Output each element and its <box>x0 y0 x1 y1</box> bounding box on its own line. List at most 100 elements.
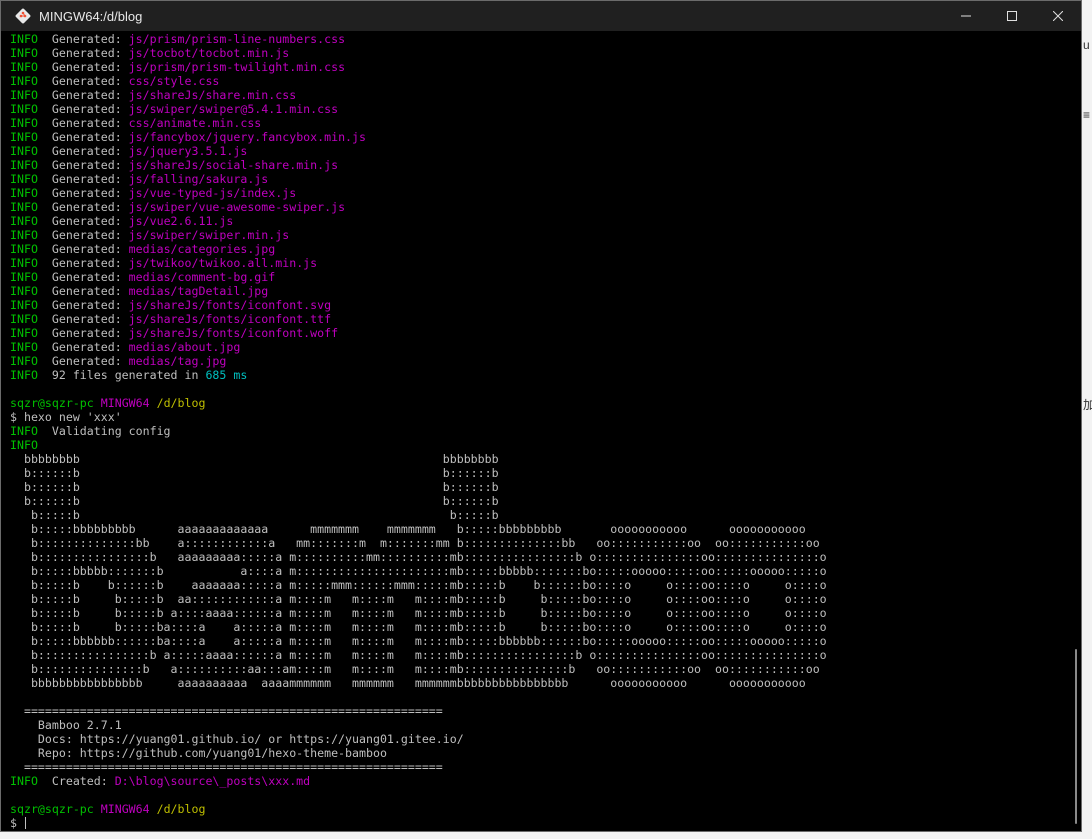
terminal-line: INFO Generated: medias/tagDetail.jpg <box>10 284 1069 298</box>
terminal-line: $ <box>10 816 1069 830</box>
log-level: INFO <box>10 368 38 382</box>
log-level: INFO <box>10 340 38 354</box>
log-level: INFO <box>10 354 38 368</box>
close-icon <box>1053 11 1063 21</box>
background-text-fragment: ≡ <box>1083 108 1091 122</box>
terminal-line: sqzr@sqzr-pc MINGW64 /d/blog <box>10 802 1069 816</box>
terminal-text: Validating config <box>37 424 171 438</box>
terminal-line: INFO Generated: js/prism/prism-twilight.… <box>10 60 1069 74</box>
terminal-text: Generated: <box>37 102 129 116</box>
terminal-text: medias/about.jpg <box>128 340 241 354</box>
terminal-line: INFO Generated: css/style.css <box>10 74 1069 88</box>
log-level: INFO <box>10 116 38 130</box>
terminal-line: INFO Generated: medias/comment-bg.gif <box>10 270 1069 284</box>
terminal-text: Generated: <box>37 214 129 228</box>
terminal-text: Generated: <box>37 60 129 74</box>
log-level: INFO <box>10 46 38 60</box>
terminal-text: Generated: <box>37 116 129 130</box>
terminal-text: b:::::b b:::::b aa::::::::::::a m::::m m… <box>10 592 827 606</box>
terminal-line: INFO Generated: js/fancybox/jquery.fancy… <box>10 130 1069 144</box>
terminal-text: /d/blog <box>156 396 206 410</box>
terminal-line: INFO Generated: js/shareJs/fonts/iconfon… <box>10 326 1069 340</box>
terminal-text: Generated: <box>37 256 129 270</box>
terminal-text: medias/tag.jpg <box>128 354 227 368</box>
log-level: INFO <box>10 186 38 200</box>
terminal-text: js/swiper/swiper@5.4.1.min.css <box>128 102 339 116</box>
terminal-text: bbbbbbbb bbbbbbbb <box>10 452 499 466</box>
terminal-line: INFO Generated: js/vue-typed-js/index.js <box>10 186 1069 200</box>
terminal-text: Bamboo 2.7.1 <box>10 718 122 732</box>
background-window-edge: u ≡ 加 <box>1082 0 1092 839</box>
terminal-text: Generated: <box>37 74 129 88</box>
terminal-text: Generated: <box>37 158 129 172</box>
terminal-line: ========================================… <box>10 760 1069 774</box>
terminal-text: Generated: <box>37 284 129 298</box>
terminal-line: b::::::b b::::::b <box>10 466 1069 480</box>
maximize-button[interactable] <box>989 1 1035 31</box>
terminal-line: INFO Validating config <box>10 424 1069 438</box>
maximize-icon <box>1007 11 1017 21</box>
terminal-line: b:::::b b:::::ba::::a a:::::a m::::m m::… <box>10 620 1069 634</box>
terminal-text: medias/tagDetail.jpg <box>128 284 269 298</box>
terminal-line: b:::::b b:::::b <box>10 508 1069 522</box>
terminal-text: b::::::::::::::::b a:::::aaaa::::::a m::… <box>10 648 827 662</box>
terminal-line: b:::::bbbbb:::::::b a::::a m::::::::::::… <box>10 564 1069 578</box>
terminal-text: js/jquery3.5.1.js <box>128 144 248 158</box>
close-button[interactable] <box>1035 1 1081 31</box>
terminal-line: INFO 92 files generated in 685 ms <box>10 368 1069 382</box>
terminal-line: INFO Generated: js/swiper/swiper@5.4.1.m… <box>10 102 1069 116</box>
terminal-text: Generated: <box>37 144 129 158</box>
vertical-scrollbar[interactable] <box>1069 31 1081 831</box>
terminal-text: sqzr@sqzr-pc <box>10 802 101 816</box>
terminal-text: Generated: <box>37 88 129 102</box>
terminal-text: Generated: <box>37 312 129 326</box>
background-text-fragment: 加 <box>1083 398 1092 412</box>
terminal-output[interactable]: INFO Generated: js/prism/prism-line-numb… <box>1 31 1069 831</box>
log-level: INFO <box>10 438 38 452</box>
terminal-text: b::::::::::::::bb a::::::::::::a mm:::::… <box>10 536 820 550</box>
terminal-line: INFO Generated: js/shareJs/fonts/iconfon… <box>10 312 1069 326</box>
title-bar[interactable]: MINGW64:/d/blog <box>1 1 1081 31</box>
terminal-text: Generated: <box>37 130 129 144</box>
terminal-line: INFO Generated: js/vue2.6.11.js <box>10 214 1069 228</box>
terminal-line: b::::::::::::::::b aaaaaaaaa:::::a m::::… <box>10 550 1069 564</box>
terminal-window: MINGW64:/d/blog INFO Generated: js/prism… <box>0 0 1082 832</box>
terminal-line: Repo: https://github.com/yuang01/hexo-th… <box>10 746 1069 760</box>
terminal-line: INFO Generated: js/prism/prism-line-numb… <box>10 32 1069 46</box>
terminal-text: js/tocbot/tocbot.min.js <box>128 46 290 60</box>
terminal-text: Generated: <box>37 200 129 214</box>
text-cursor <box>24 817 26 829</box>
log-level: INFO <box>10 298 38 312</box>
log-level: INFO <box>10 228 38 242</box>
scrollbar-thumb[interactable] <box>1075 649 1077 824</box>
terminal-text: js/swiper/vue-awesome-swiper.js <box>128 200 346 214</box>
minimize-button[interactable] <box>943 1 989 31</box>
terminal-text: 685 ms <box>205 368 248 382</box>
terminal-text: css/style.css <box>128 74 220 88</box>
terminal-line: sqzr@sqzr-pc MINGW64 /d/blog <box>10 396 1069 410</box>
terminal-text: b::::::b b::::::b <box>10 494 499 508</box>
terminal-text: ========================================… <box>10 704 443 718</box>
terminal-text: $ <box>10 816 24 830</box>
terminal-line: INFO Generated: css/animate.min.css <box>10 116 1069 130</box>
terminal-text: b::::::b b::::::b <box>10 480 499 494</box>
terminal-text: Generated: <box>37 228 129 242</box>
terminal-text: /d/blog <box>156 802 206 816</box>
terminal-text: Repo: https://github.com/yuang01/hexo-th… <box>10 746 387 760</box>
terminal-line: b:::::bbbbbb::::::ba::::a a:::::a m::::m… <box>10 634 1069 648</box>
log-level: INFO <box>10 284 38 298</box>
terminal-text: Generated: <box>37 32 129 46</box>
terminal-line: INFO Generated: js/swiper/swiper.min.js <box>10 228 1069 242</box>
terminal-text: js/vue-typed-js/index.js <box>128 186 297 200</box>
terminal-line: INFO Generated: medias/tag.jpg <box>10 354 1069 368</box>
log-level: INFO <box>10 200 38 214</box>
terminal-line: INFO Generated: js/shareJs/fonts/iconfon… <box>10 298 1069 312</box>
log-level: INFO <box>10 32 38 46</box>
log-level: INFO <box>10 130 38 144</box>
terminal-text: Generated: <box>37 354 129 368</box>
terminal-text: css/animate.min.css <box>128 116 262 130</box>
log-level: INFO <box>10 144 38 158</box>
terminal-text: js/falling/sakura.js <box>128 172 269 186</box>
